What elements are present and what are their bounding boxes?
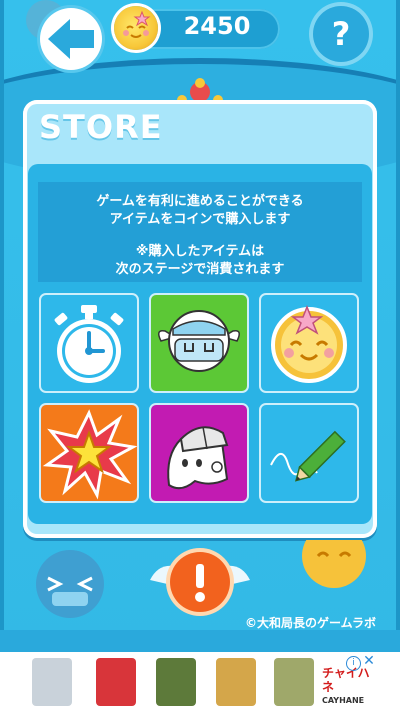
ad-product-image[interactable] [216,658,256,706]
store-item-coin[interactable] [259,293,359,393]
pencil-icon [270,430,346,482]
ad-brand-name: チャイハネ [322,666,370,694]
store-item-pencil[interactable] [259,403,359,503]
description-line: 次のステージで消費されます [115,262,285,277]
alert-button[interactable] [170,552,230,612]
stopwatch-icon [54,305,124,383]
ad-brand-logo[interactable]: チャイハネ CAYHANE [322,666,376,706]
store-item-explosion[interactable] [39,403,139,503]
mask-ghost-icon [158,310,240,372]
ad-product-image[interactable] [156,658,196,706]
coin-icon [114,6,158,50]
top-bar: 2450 ? [0,0,400,70]
ad-brand-sub: CAYHANE [322,696,365,705]
description-line: アイテムをコインで購入します [109,212,291,227]
ad-info-icon[interactable]: i [346,656,361,671]
helmet-ghost-icon [167,426,229,490]
ad-banner[interactable]: チャイハネ CAYHANE [0,652,400,711]
store-item-helmet-ghost[interactable] [149,403,249,503]
exclamation-icon [195,564,205,602]
game-screen: 2450 ? STORE ゲームを有利に進めることができる アイテムをコインで購… [0,0,400,652]
back-button[interactable] [40,8,102,70]
description-line: ※購入したアイテムは [135,244,265,259]
help-button[interactable]: ? [313,6,369,62]
store-title: STORE [39,108,163,146]
ad-product-image[interactable] [32,658,72,706]
store-item-stopwatch[interactable] [39,293,139,393]
copyright-text: ©大和局長のゲームラボ [244,616,376,630]
explosion-star-icon [42,409,137,500]
smiling-coin-icon [271,304,347,383]
ad-product-image[interactable] [96,658,136,706]
coin-count: 2450 [183,12,251,40]
back-arrow-icon [48,19,94,59]
ad-product-image[interactable] [274,658,314,706]
description-line: ゲームを有利に進めることができる [96,194,304,209]
ad-close-icon[interactable]: ✕ [362,654,376,668]
store-item-mask-ghost[interactable] [149,293,249,393]
